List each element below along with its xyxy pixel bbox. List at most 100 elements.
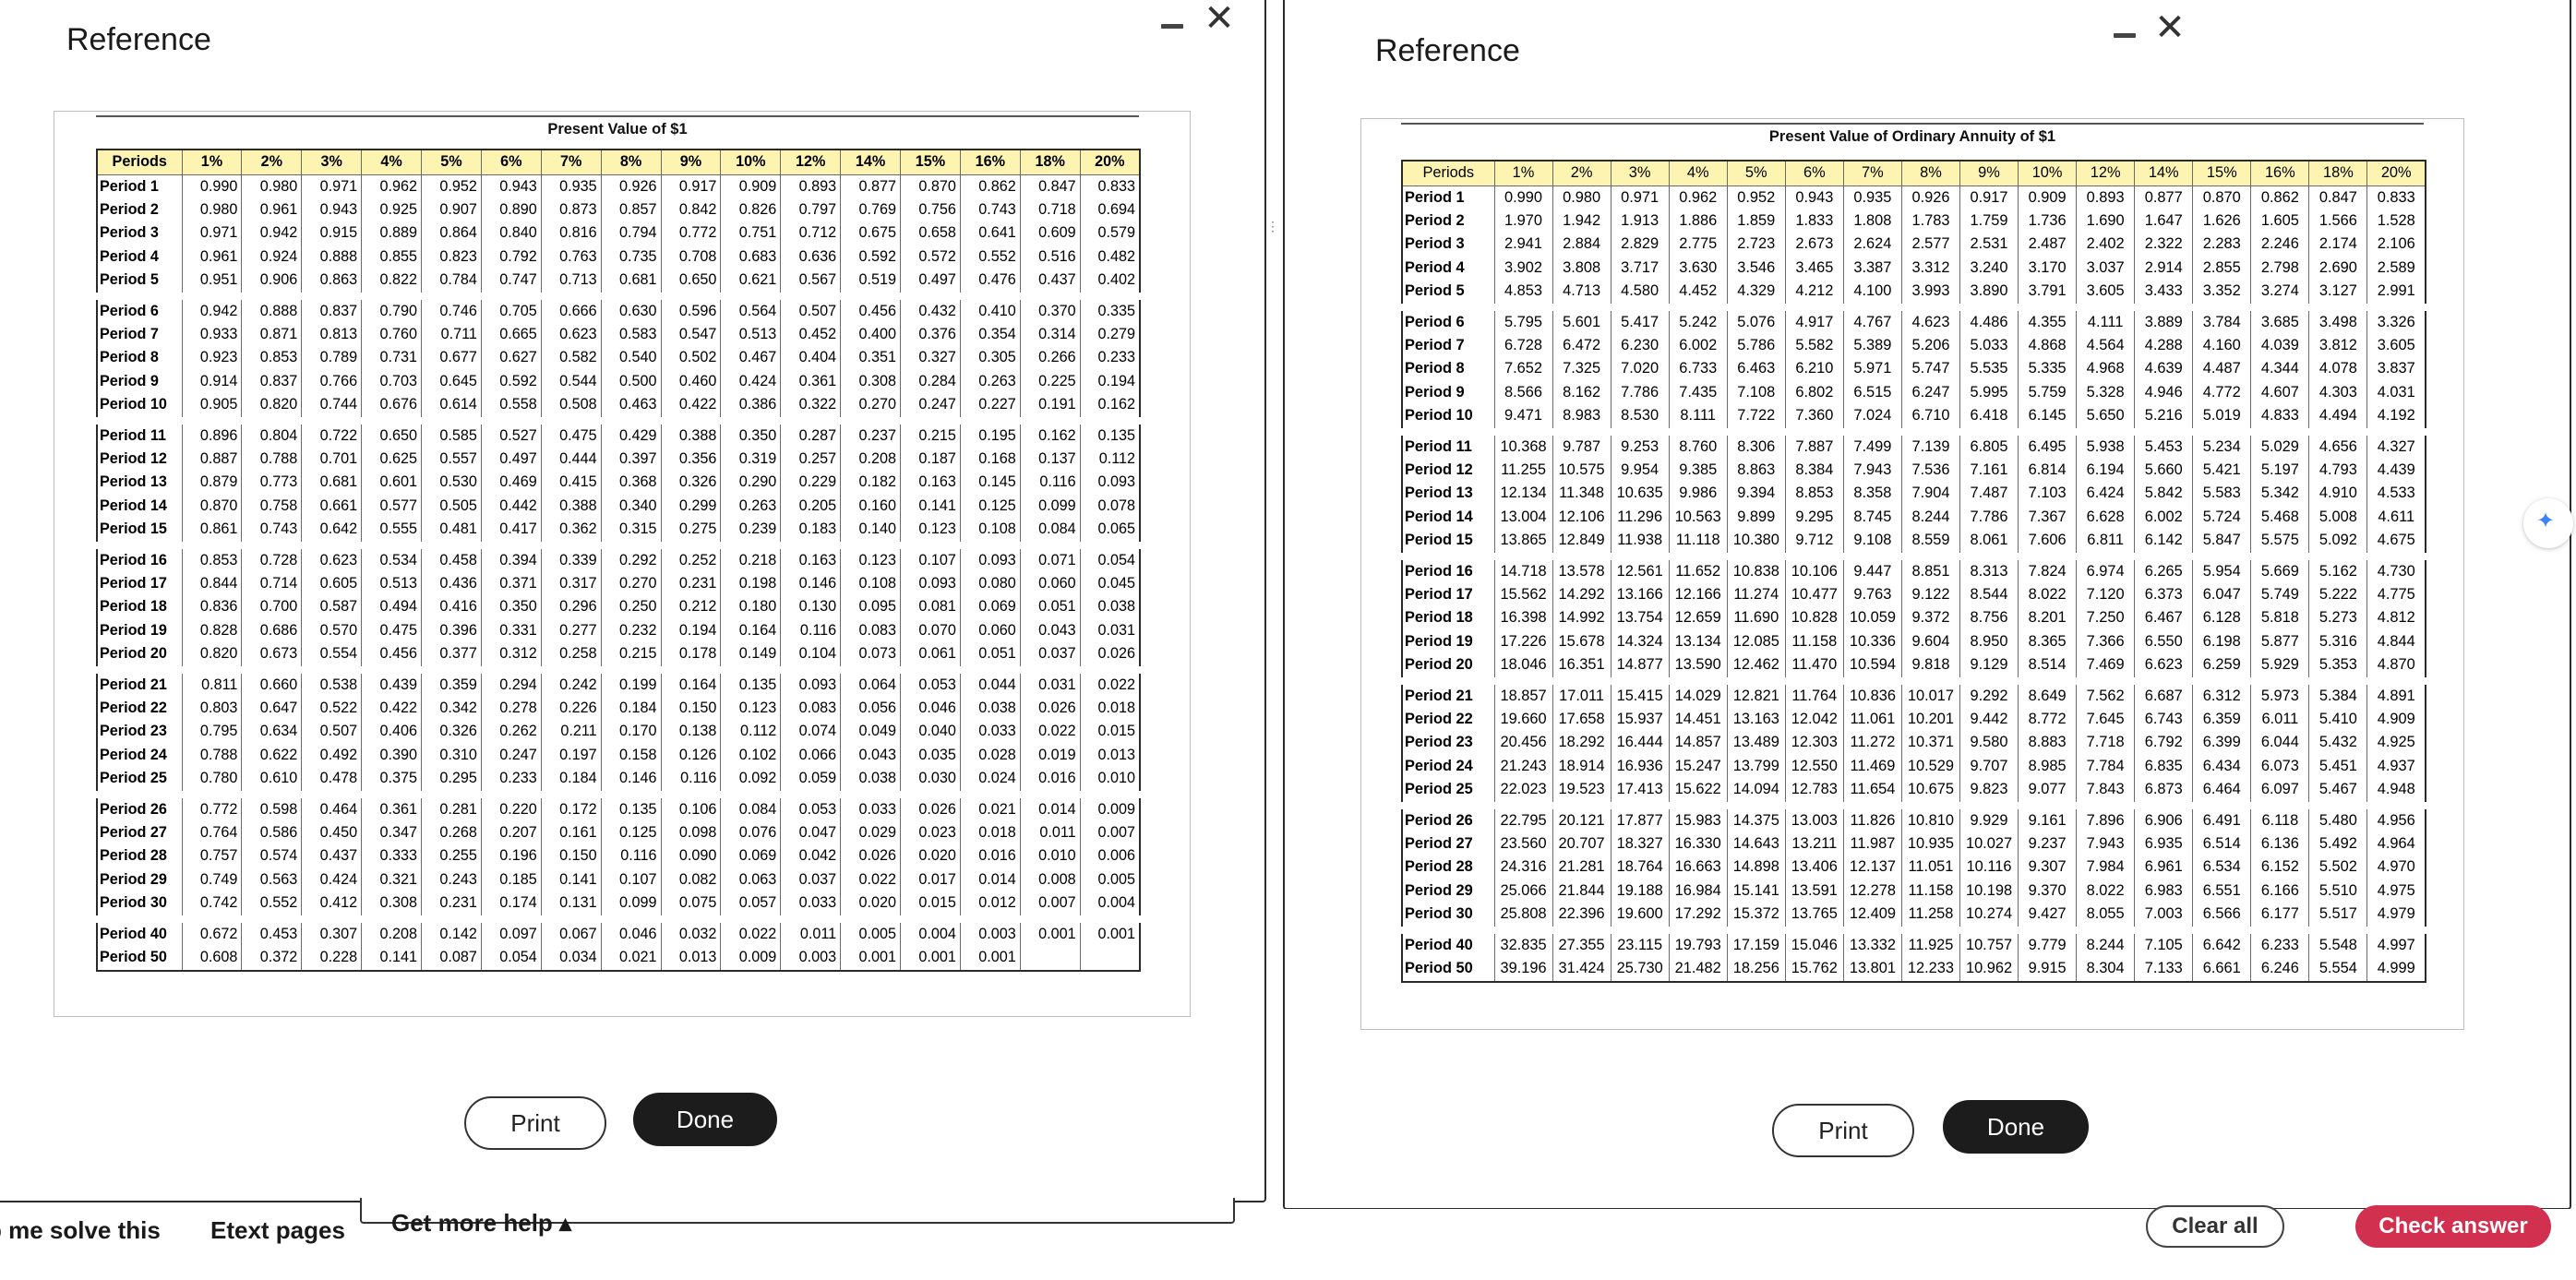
table-cell: 0.610	[241, 767, 303, 795]
get-more-help-link[interactable]: Get more help ▴	[391, 1209, 571, 1238]
table-cell: 0.031	[1079, 618, 1141, 643]
table-row: Period 7 0.933 0.871 0.813 0.760 0.711 0.665 0.…	[96, 322, 1141, 347]
table-cell: 6.743	[2134, 708, 2194, 732]
table-cell: 2.690	[2308, 256, 2368, 281]
table-cell: 2.884	[1552, 233, 1611, 257]
table-cell: 2.487	[2018, 233, 2078, 257]
table-cell: 0.146	[600, 767, 662, 795]
table-row: Period 11 0.896 0.804 0.722 0.650 0.585 0.527 0…	[96, 416, 1141, 448]
table-cell: 0.067	[540, 915, 602, 947]
etext-pages-link[interactable]: Etext pages	[210, 1216, 345, 1245]
table-cell: 0.049	[840, 720, 901, 744]
table-row: Period 25 0.780 0.610 0.478 0.375 0.295 0.233 0…	[96, 767, 1141, 795]
table-cell: 3.546	[1726, 256, 1786, 281]
table-cell: 0.010	[1019, 844, 1081, 868]
table-cell: 0.007	[1019, 891, 1081, 919]
table-cell: 0.331	[480, 618, 542, 643]
table-cell: 5.995	[1959, 380, 2019, 405]
table-cell: 0.634	[241, 720, 303, 744]
table-cell: 0.187	[900, 447, 961, 472]
table-cell: 0.797	[780, 197, 842, 222]
table-cell: 0.424	[301, 867, 363, 892]
print-button[interactable]: Print	[1772, 1104, 1914, 1157]
table-cell: 6.145	[2018, 404, 2078, 432]
table-cell: 3.127	[2308, 280, 2368, 307]
table-cell: 15.762	[1784, 957, 1844, 983]
table-cell: 0.026	[1019, 697, 1081, 721]
table-cell: 0.026	[840, 844, 901, 868]
table-cell: 16.444	[1610, 731, 1670, 755]
check-answer-button[interactable]: Check answer	[2355, 1205, 2551, 1248]
table-cell: 0.888	[301, 245, 363, 269]
splitter-handle[interactable]: ⋮⋮	[1266, 218, 1292, 234]
period-label: Period 21	[1401, 676, 1495, 709]
sparkle-icon[interactable]: ✦	[2523, 498, 2573, 548]
table-cell: 4.925	[2366, 731, 2426, 755]
table-cell: 6.233	[2250, 926, 2310, 958]
table-cell: 17.159	[1726, 926, 1786, 958]
print-button[interactable]: Print	[464, 1096, 606, 1150]
table-cell: 4.486	[1959, 303, 2019, 334]
table-cell: 0.037	[1019, 642, 1081, 670]
done-button[interactable]: Done	[633, 1093, 777, 1146]
period-label: Period 40	[96, 915, 183, 947]
table-cell: 0.001	[900, 946, 961, 972]
table-cell: 8.244	[1900, 505, 1961, 530]
table-cell: 5.877	[2250, 629, 2310, 654]
table-cell: 0.530	[421, 471, 482, 495]
close-icon[interactable]: ✕	[2151, 9, 2188, 48]
table-cell: 0.864	[421, 221, 482, 245]
table-cell: 0.505	[421, 494, 482, 519]
table-cell: 5.660	[2134, 458, 2194, 483]
table-cell: 0.290	[720, 471, 782, 495]
table-cell: 0.170	[600, 720, 662, 744]
minimize-icon[interactable]	[1154, 4, 1191, 41]
table-cell: 6.198	[2192, 629, 2252, 654]
period-label: Period 10	[1401, 404, 1495, 432]
table-row: Period 23 20.456 18.292 16.444 14.857 13.489 1…	[1401, 731, 2426, 755]
table-cell: 0.090	[660, 844, 722, 868]
table-cell: 3.326	[2366, 303, 2426, 334]
table-cell: 8.201	[2018, 606, 2078, 630]
table-cell: 0.563	[241, 867, 303, 892]
help-me-solve-link[interactable]: p me solve this	[0, 1216, 161, 1245]
table-cell: 0.552	[241, 891, 303, 919]
table-cell: 6.514	[2192, 832, 2252, 856]
table-row: Period 9 0.914 0.837 0.766 0.703 0.645 0.592 0.…	[96, 369, 1141, 394]
table-cell: 0.592	[480, 369, 542, 394]
table-row: Period 18 16.398 14.992 13.754 12.659 11.690 1…	[1401, 606, 2426, 630]
table-cell: 0.022	[1079, 665, 1141, 698]
table-cell: 7.722	[1726, 404, 1786, 432]
period-label: Period 30	[96, 891, 183, 919]
table-cell: 0.743	[241, 518, 303, 545]
table-title: Present Value of Ordinary Annuity of $1	[1401, 123, 2424, 146]
done-button[interactable]: Done	[1943, 1100, 2089, 1154]
table-cell: 0.870	[900, 174, 961, 198]
table-cell: 12.783	[1784, 778, 1844, 806]
table-cell: 5.008	[2308, 505, 2368, 530]
table-cell: 5.410	[2308, 708, 2368, 732]
table-cell: 0.961	[241, 197, 303, 222]
table-cell: 0.368	[600, 471, 662, 495]
table-cell: 19.793	[1668, 926, 1728, 958]
column-header-rate: 10%	[720, 149, 782, 175]
table-cell: 7.161	[1959, 458, 2019, 483]
table-cell: 5.749	[2250, 583, 2310, 607]
table-cell: 11.258	[1900, 903, 1961, 930]
table-cell: 0.292	[600, 541, 662, 572]
table-cell: 12.659	[1668, 606, 1728, 630]
table-cell: 0.093	[900, 572, 961, 596]
table-cell: 0.538	[301, 665, 363, 698]
table-cell: 5.432	[2308, 731, 2368, 755]
table-cell: 0.422	[660, 393, 722, 421]
table-cell: 6.424	[2076, 482, 2136, 506]
table-cell: 4.775	[2366, 583, 2426, 607]
table-cell: 0.043	[1019, 618, 1081, 643]
table-cell: 4.772	[2192, 380, 2252, 405]
table-cell: 8.745	[1842, 505, 1902, 530]
table-cell: 0.308	[361, 891, 422, 919]
table-cell: 2.174	[2308, 233, 2368, 257]
clear-all-button[interactable]: Clear all	[2146, 1205, 2284, 1248]
minimize-icon[interactable]	[2106, 13, 2143, 50]
close-icon[interactable]: ✕	[1201, 0, 1238, 39]
